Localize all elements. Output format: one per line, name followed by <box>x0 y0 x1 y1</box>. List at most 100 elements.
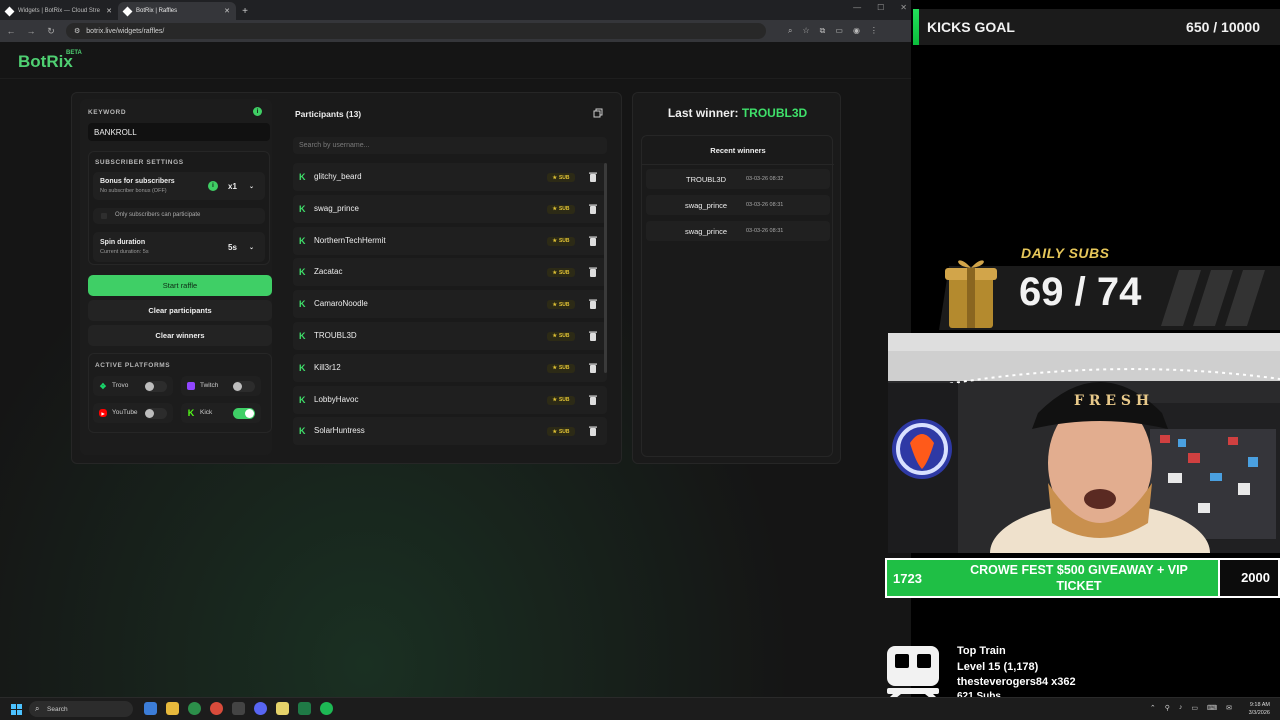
kick-icon: K <box>299 330 306 341</box>
keyword-input[interactable]: BANKROLL <box>88 123 270 141</box>
participant-row: K NorthernTechHermit ★ SUB <box>293 226 607 255</box>
clear-winners-button[interactable]: Clear winners <box>88 325 272 346</box>
botrix-logo[interactable]: BotRix <box>18 52 73 72</box>
info-icon[interactable]: i <box>253 107 262 116</box>
reload-icon[interactable]: ↻ <box>46 26 56 37</box>
app-icon[interactable] <box>210 702 223 715</box>
forward-icon[interactable]: → <box>26 26 36 36</box>
bonus-multiplier-select[interactable]: x1 ⌄ <box>225 179 257 193</box>
participant-name: TROUBL3D <box>314 330 357 340</box>
clear-participants-button[interactable]: Clear participants <box>88 300 272 321</box>
participants-panel: Participants (13) Search by username... … <box>289 99 615 459</box>
delete-icon[interactable] <box>589 204 597 214</box>
site-info-icon[interactable]: ⚙ <box>74 27 80 35</box>
start-raffle-button[interactable]: Start raffle <box>88 275 272 296</box>
chrome-icon[interactable] <box>188 702 201 715</box>
network-icon[interactable]: ⚲ <box>1165 704 1170 712</box>
kick-toggle[interactable] <box>233 408 255 419</box>
keyboard-icon[interactable]: ⌨ <box>1207 704 1217 712</box>
profile-icon[interactable]: ◉ <box>853 26 860 36</box>
sub-badge-label: SUB <box>558 397 570 404</box>
minimize-icon[interactable]: — <box>853 3 861 12</box>
svg-text:F R E S H: F R E S H <box>1074 393 1149 409</box>
new-tab-icon[interactable]: + <box>236 2 254 20</box>
delete-icon[interactable] <box>589 299 597 310</box>
excel-icon[interactable] <box>298 702 311 715</box>
participant-name: CamaroNoodle <box>314 299 368 309</box>
tab-close-icon[interactable]: ✕ <box>106 7 112 15</box>
spin-duration-row: Spin duration Current duration: 5s 5s ⌄ <box>93 232 265 262</box>
delete-icon[interactable] <box>589 267 597 278</box>
sub-badge: ★ SUB <box>547 395 575 405</box>
delete-icon[interactable] <box>589 331 597 341</box>
terminal-icon[interactable] <box>232 702 245 715</box>
taskbar-search[interactable]: ⌕ Search <box>29 701 133 717</box>
spin-duration-select[interactable]: 5s ⌄ <box>225 240 257 254</box>
file-explorer-icon[interactable] <box>166 702 179 715</box>
bonus-subtitle: No subscriber bonus (OFF) <box>100 188 167 194</box>
delete-icon[interactable] <box>589 172 597 182</box>
twitch-toggle[interactable] <box>233 381 255 392</box>
tab-title: Widgets | BotRix — Cloud Stre <box>18 8 100 14</box>
spin-value: 5s <box>228 242 237 252</box>
goal-target: 2000 <box>1241 570 1270 585</box>
train-top-user: thesteverogers84 x362 <box>957 676 1076 688</box>
sub-badge: ★ SUB <box>547 204 575 214</box>
windows-start-icon[interactable] <box>11 704 22 715</box>
star-icon: ★ <box>552 301 557 308</box>
battery-icon[interactable]: ▭ <box>1191 704 1198 712</box>
url-field[interactable]: ⚙ botrix.live/widgets/raffles/ <box>66 23 766 39</box>
maximize-icon[interactable]: ☐ <box>877 3 884 12</box>
tab-widgets[interactable]: Widgets | BotRix — Cloud Stre ✕ <box>0 2 118 20</box>
participant-scrollbar[interactable] <box>604 163 607 373</box>
kick-icon: K <box>299 172 306 182</box>
participant-row: K CamaroNoodle ★ SUB <box>293 290 607 319</box>
delete-icon[interactable] <box>589 363 597 373</box>
kick-icon: K <box>299 362 306 373</box>
volume-icon[interactable]: ♪ <box>1179 704 1183 712</box>
only-subscribers-label: Only subscribers can participate <box>115 212 201 218</box>
star-icon: ★ <box>552 333 557 340</box>
delete-icon[interactable] <box>589 426 597 437</box>
participant-name: LobbyHavoc <box>314 394 359 404</box>
sub-badge-label: SUB <box>558 301 570 308</box>
bookmark-star-icon[interactable]: ☆ <box>802 26 809 36</box>
task-view-icon[interactable] <box>144 702 157 715</box>
trovo-toggle[interactable] <box>145 381 167 392</box>
spin-subtitle: Current duration: 5s <box>100 249 149 255</box>
kicks-goal-label: KICKS GOAL <box>927 19 1015 35</box>
tab-title: BotRix | Raffles <box>136 8 178 14</box>
youtube-toggle[interactable] <box>145 408 167 419</box>
chevron-up-icon[interactable]: ⌃ <box>1150 704 1156 712</box>
subathon-goal-bar: 1723 CROWE FEST $500 GIVEAWAY + VIP TICK… <box>885 558 1280 598</box>
only-subscribers-checkbox[interactable] <box>101 213 107 219</box>
top-train-widget: Top Train Level 15 (1,178) thesteveroger… <box>885 640 1280 702</box>
daily-subs-label: DAILY SUBS <box>1021 245 1110 261</box>
close-window-icon[interactable]: ✕ <box>900 3 907 12</box>
clock[interactable]: 9:18 AM 3/3/2026 <box>1249 701 1270 717</box>
kicks-goal-progress <box>913 9 919 45</box>
kick-icon: K <box>299 235 306 246</box>
star-icon: ★ <box>552 365 557 372</box>
delete-icon[interactable] <box>589 236 597 246</box>
only-subscribers-row[interactable]: Only subscribers can participate <box>93 208 265 224</box>
tab-close-icon[interactable]: ✕ <box>224 7 230 15</box>
participant-search-input[interactable]: Search by username... <box>293 137 607 154</box>
menu-icon[interactable]: ⋮ <box>870 26 878 36</box>
taskbar-search-label: Search <box>47 705 68 713</box>
copy-icon[interactable] <box>593 108 603 118</box>
notes-icon[interactable] <box>276 702 289 715</box>
info-icon[interactable]: i <box>208 181 218 191</box>
sidebar-icon[interactable]: ▭ <box>835 26 843 36</box>
notification-icon[interactable]: ✉ <box>1226 704 1232 712</box>
tab-raffles[interactable]: BotRix | Raffles ✕ <box>118 2 236 20</box>
sub-badge-label: SUB <box>558 365 570 372</box>
discord-icon[interactable] <box>254 702 267 715</box>
delete-icon[interactable] <box>589 395 597 405</box>
back-icon[interactable]: ← <box>6 26 16 36</box>
spotify-icon[interactable] <box>320 702 333 715</box>
extensions-icon[interactable]: ⧉ <box>820 26 826 36</box>
search-icon: ⌕ <box>35 704 40 713</box>
sub-badge-label: SUB <box>558 269 570 276</box>
zoom-icon[interactable]: ⌕ <box>788 26 792 36</box>
